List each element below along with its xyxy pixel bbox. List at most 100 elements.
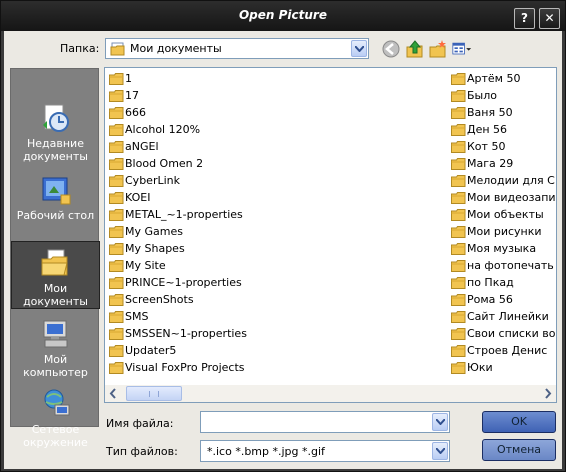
file-list-item[interactable]: SMSSEN~1-properties bbox=[108, 325, 448, 342]
folder-icon bbox=[109, 345, 124, 357]
place-network[interactable]: Сетевое окружение bbox=[11, 383, 100, 451]
file-list-item[interactable]: Updater5 bbox=[108, 342, 448, 359]
file-list-item[interactable]: 666 bbox=[108, 104, 448, 121]
folder-icon bbox=[109, 243, 124, 255]
file-type-dropdown[interactable]: *.ico *.bmp *.jpg *.gif bbox=[200, 440, 450, 462]
my-computer-icon bbox=[43, 320, 67, 348]
file-list-item-label: PRINCE~1-properties bbox=[125, 276, 242, 289]
scroll-left-icon[interactable] bbox=[105, 385, 122, 402]
folder-icon bbox=[451, 124, 466, 136]
file-list-item-label: Было bbox=[467, 89, 497, 102]
scroll-right-icon[interactable] bbox=[539, 385, 556, 402]
file-list-item[interactable]: SMS bbox=[108, 308, 448, 325]
folder-icon bbox=[109, 277, 124, 289]
file-list-item-label: METAL_~1-properties bbox=[125, 208, 243, 221]
folder-icon bbox=[451, 311, 466, 323]
place-my-computer[interactable]: Мой компьютер bbox=[11, 313, 100, 381]
file-list-item[interactable]: Blood Omen 2 bbox=[108, 155, 448, 172]
file-list-item-label: 666 bbox=[125, 106, 146, 119]
file-list-item[interactable]: Ваня 50 bbox=[450, 104, 555, 121]
place-my-documents[interactable]: Мои документы bbox=[11, 241, 100, 309]
file-list-item[interactable]: ScreenShots bbox=[108, 291, 448, 308]
ok-button[interactable]: OK bbox=[482, 411, 556, 433]
dialog-body: Папка: Мои документы Недавние документы … bbox=[4, 31, 562, 469]
file-list-item[interactable]: aNGEl bbox=[108, 138, 448, 155]
chevron-down-icon bbox=[436, 419, 445, 425]
file-list-item[interactable]: METAL_~1-properties bbox=[108, 206, 448, 223]
file-list-item-label: Моя музыка bbox=[467, 242, 537, 255]
file-list-item[interactable]: KOEI bbox=[108, 189, 448, 206]
file-list-item[interactable]: Мои видеозаписи bbox=[450, 189, 555, 206]
file-list-item[interactable]: 17 bbox=[108, 87, 448, 104]
look-in-dropdown[interactable]: Мои документы bbox=[105, 38, 369, 59]
file-list-item[interactable]: 1 bbox=[108, 70, 448, 87]
file-list-item[interactable]: Артём 50 bbox=[450, 70, 555, 87]
view-menu-icon[interactable] bbox=[452, 39, 472, 59]
file-list-item-label: aNGEl bbox=[125, 140, 159, 153]
file-list-item-label: Строев Денис bbox=[467, 344, 548, 357]
file-list-item[interactable]: Мелодии для Сим bbox=[450, 172, 555, 189]
file-list-item[interactable]: Свои списки восп bbox=[450, 325, 555, 342]
folder-icon bbox=[109, 141, 124, 153]
file-list[interactable]: 1 17 666 Alcohol 120% aNGEl Blood Omen 2 Cyber… bbox=[104, 67, 557, 403]
folder-icon bbox=[451, 73, 466, 85]
scrollbar-thumb[interactable] bbox=[126, 386, 182, 401]
file-list-item[interactable]: PRINCE~1-properties bbox=[108, 274, 448, 291]
place-label: Мои документы bbox=[23, 282, 88, 308]
file-list-item-label: My Shapes bbox=[125, 242, 185, 255]
file-list-item-label: 17 bbox=[125, 89, 139, 102]
look-in-dropdown-button[interactable] bbox=[351, 40, 367, 57]
file-name-dropdown-button[interactable] bbox=[432, 413, 448, 431]
help-button[interactable]: ? bbox=[514, 8, 535, 29]
file-type-dropdown-button[interactable] bbox=[432, 442, 448, 460]
file-list-item[interactable]: Юки bbox=[450, 359, 555, 376]
new-folder-icon[interactable] bbox=[428, 39, 448, 59]
up-folder-icon[interactable] bbox=[405, 39, 425, 59]
horizontal-scrollbar[interactable] bbox=[105, 385, 556, 402]
file-list-item[interactable]: на фотопечать bbox=[450, 257, 555, 274]
file-list-item[interactable]: Мои рисунки bbox=[450, 223, 555, 240]
look-in-value: Мои документы bbox=[130, 42, 222, 55]
close-button[interactable]: ✕ bbox=[539, 8, 560, 29]
place-desktop[interactable]: Рабочий стол bbox=[11, 169, 100, 237]
folder-icon bbox=[109, 175, 124, 187]
file-list-item[interactable]: по Пкад bbox=[450, 274, 555, 291]
file-list-item-label: по Пкад bbox=[467, 276, 514, 289]
file-list-item-label: Ден 56 bbox=[467, 123, 508, 136]
file-list-item-label: 1 bbox=[125, 72, 132, 85]
file-list-item[interactable]: Мои объекты bbox=[450, 206, 555, 223]
file-name-field[interactable] bbox=[200, 411, 450, 433]
file-list-item[interactable]: Рома 56 bbox=[450, 291, 555, 308]
network-icon bbox=[44, 389, 69, 416]
folder-icon bbox=[451, 328, 466, 340]
file-list-item-label: Мои объекты bbox=[467, 208, 544, 221]
cancel-button[interactable]: Отмена bbox=[482, 439, 556, 461]
scrollbar-grip bbox=[149, 391, 159, 397]
file-list-item[interactable]: Visual FoxPro Projects bbox=[108, 359, 448, 376]
back-icon[interactable] bbox=[381, 39, 401, 59]
file-list-item[interactable]: Alcohol 120% bbox=[108, 121, 448, 138]
place-recent-documents[interactable]: Недавние документы bbox=[11, 97, 100, 165]
file-list-item[interactable]: My Games bbox=[108, 223, 448, 240]
file-column-1: 1 17 666 Alcohol 120% aNGEl Blood Omen 2 Cyber… bbox=[108, 70, 448, 376]
file-list-item[interactable]: Сайт Линейки bbox=[450, 308, 555, 325]
file-list-item[interactable]: Кот 50 bbox=[450, 138, 555, 155]
folder-icon bbox=[109, 294, 124, 306]
folder-icon bbox=[109, 124, 124, 136]
open-picture-dialog: Open Picture ? ✕ Папка: Мои документы Не… bbox=[0, 0, 566, 472]
file-list-item[interactable]: Строев Денис bbox=[450, 342, 555, 359]
file-list-item-label: на фотопечать bbox=[467, 259, 554, 272]
file-list-item[interactable]: Ден 56 bbox=[450, 121, 555, 138]
file-list-item-label: Мага 29 bbox=[467, 157, 514, 170]
folder-icon bbox=[451, 345, 466, 357]
file-list-item[interactable]: Моя музыка bbox=[450, 240, 555, 257]
file-list-item[interactable]: Было bbox=[450, 87, 555, 104]
file-list-item[interactable]: CyberLink bbox=[108, 172, 448, 189]
file-list-item[interactable]: My Site bbox=[108, 257, 448, 274]
file-list-item[interactable]: Мага 29 bbox=[450, 155, 555, 172]
title-bar[interactable]: Open Picture ? ✕ bbox=[1, 1, 565, 31]
file-list-item-label: Ваня 50 bbox=[467, 106, 513, 119]
file-list-item[interactable]: My Shapes bbox=[108, 240, 448, 257]
folder-icon bbox=[451, 141, 466, 153]
folder-icon bbox=[451, 175, 466, 187]
